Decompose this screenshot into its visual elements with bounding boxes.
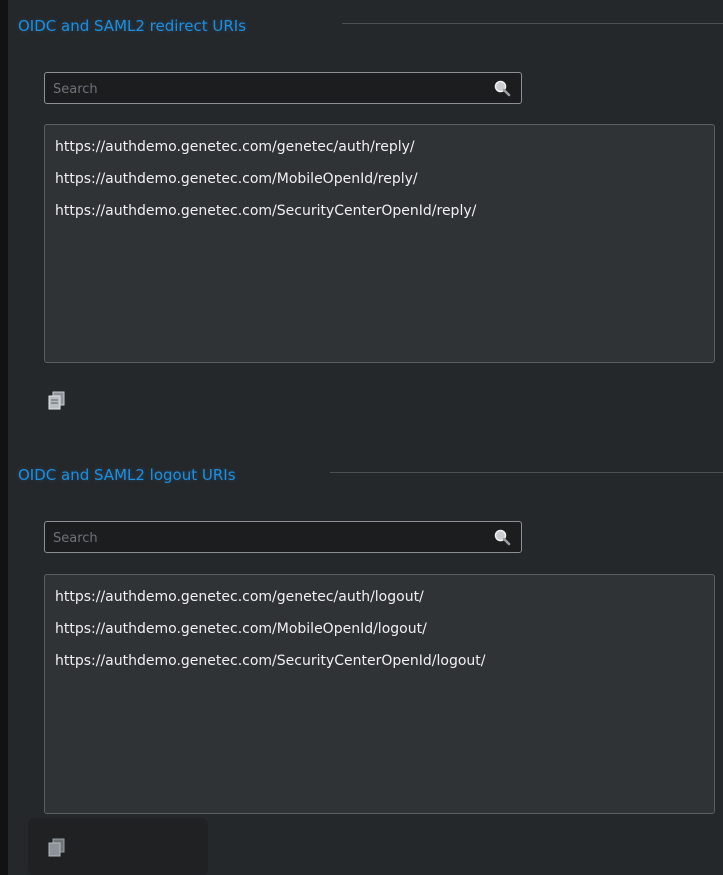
settings-panel: OIDC and SAML2 redirect URIs https://aut… [8, 0, 723, 875]
logout-section-title: OIDC and SAML2 logout URIs [18, 466, 236, 484]
list-item[interactable]: https://authdemo.genetec.com/genetec/aut… [45, 131, 714, 163]
redirect-uri-list[interactable]: https://authdemo.genetec.com/genetec/aut… [44, 124, 715, 363]
list-item[interactable]: https://authdemo.genetec.com/genetec/aut… [45, 581, 714, 613]
logout-copy-button[interactable] [42, 832, 72, 862]
redirect-copy-button[interactable] [42, 385, 72, 415]
search-icon[interactable] [493, 528, 511, 546]
list-item[interactable]: https://authdemo.genetec.com/SecurityCen… [45, 645, 714, 677]
redirect-search-input[interactable] [51, 78, 485, 100]
logout-search-box[interactable] [44, 521, 522, 553]
list-item[interactable]: https://authdemo.genetec.com/MobileOpenI… [45, 163, 714, 195]
logout-section-header: OIDC and SAML2 logout URIs [18, 461, 236, 489]
window-edge [0, 0, 8, 875]
redirect-section-divider [342, 23, 723, 24]
list-item[interactable]: https://authdemo.genetec.com/SecurityCen… [45, 195, 714, 227]
logout-section-divider [330, 472, 723, 473]
redirect-section-title: OIDC and SAML2 redirect URIs [18, 17, 247, 35]
copy-icon [48, 838, 65, 857]
logout-uri-list[interactable]: https://authdemo.genetec.com/genetec/aut… [44, 574, 715, 814]
redirect-search-box[interactable] [44, 72, 522, 104]
redirect-section-header: OIDC and SAML2 redirect URIs [18, 12, 246, 40]
list-item[interactable]: https://authdemo.genetec.com/MobileOpenI… [45, 613, 714, 645]
copy-icon [48, 391, 65, 410]
logout-search-input[interactable] [51, 527, 485, 549]
search-icon[interactable] [493, 79, 511, 97]
